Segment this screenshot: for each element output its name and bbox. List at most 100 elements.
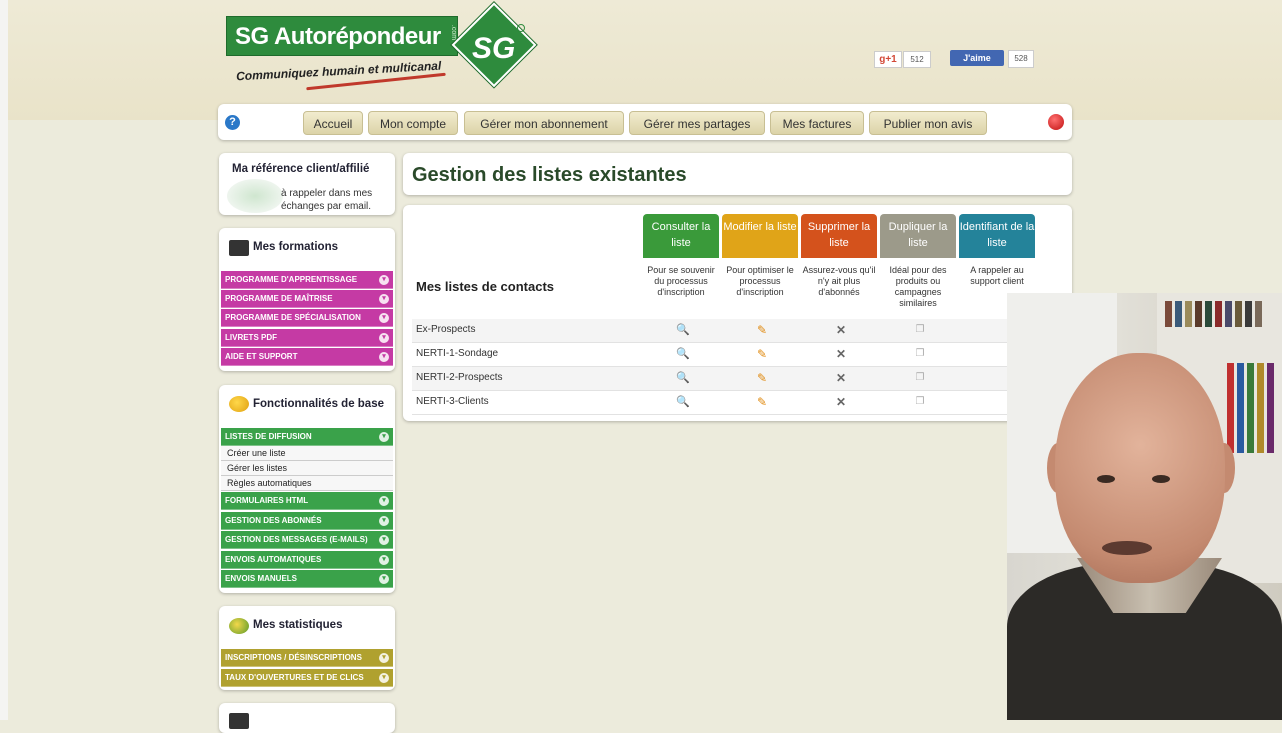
submenu-gerer-listes[interactable]: Gérer les listes [221, 461, 393, 476]
logo-tagline: Communiquez humain et multicanal [235, 58, 442, 84]
nav-publier-avis[interactable]: Publier mon avis [869, 111, 987, 135]
menu-programme-maitrise[interactable]: PROGRAMME DE MAÎTRISE ▾ [221, 290, 393, 308]
training-board-icon [229, 240, 249, 256]
edit-pencil-icon[interactable]: ✎ [754, 322, 770, 338]
menu-formulaires-html[interactable]: FORMULAIRES HTML ▾ [221, 492, 393, 510]
duplicate-icon[interactable]: ❐ [912, 346, 928, 362]
view-magnifier-icon[interactable]: 🔍 [675, 370, 691, 386]
col-modifier-label: Modifier la liste [723, 221, 797, 233]
menu-aide-support[interactable]: AIDE ET SUPPORT ▾ [221, 348, 393, 366]
col-consulter-desc: Pour se souvenir du processus d'inscript… [647, 265, 715, 297]
book [1245, 301, 1252, 327]
edit-pencil-icon[interactable]: ✎ [754, 370, 770, 386]
col-supprimer-desc: Assurez-vous qu'il n'y ait plus d'abonné… [802, 265, 876, 297]
submenu-creer-liste[interactable]: Créer une liste [221, 446, 393, 461]
menu-livrets-pdf[interactable]: LIVRETS PDF ▾ [221, 329, 393, 347]
col-dupliquer-desc: Idéal pour des produits ou campagnes sim… [889, 265, 947, 308]
menu-inscriptions-desinscriptions[interactable]: INSCRIPTIONS / DÉSINSCRIPTIONS ▾ [221, 649, 393, 667]
menu-label: PROGRAMME D'APPRENTISSAGE [225, 275, 358, 284]
facebook-like-button[interactable]: J'aime [950, 50, 1004, 66]
menu-label: GESTION DES ABONNÉS [225, 516, 322, 525]
nav-accueil[interactable]: Accueil [303, 111, 363, 135]
page-title-box: Gestion des listes existantes [403, 153, 1072, 195]
chevron-down-icon: ▾ [379, 432, 389, 442]
chevron-down-icon: ▾ [379, 496, 389, 506]
book [1175, 301, 1182, 327]
edit-pencil-icon[interactable]: ✎ [754, 394, 770, 410]
list-header: Mes listes de contacts [416, 279, 554, 294]
col-identifiant-label: Identifiant de la liste [959, 221, 1035, 249]
view-magnifier-icon[interactable]: 🔍 [675, 322, 691, 338]
chevron-down-icon: ▾ [379, 673, 389, 683]
chevron-down-icon: ▾ [379, 294, 389, 304]
col-identifiant: Identifiant de la liste [959, 214, 1035, 258]
menu-gestion-abonnes[interactable]: GESTION DES ABONNÉS ▾ [221, 512, 393, 530]
menu-envois-automatiques[interactable]: ENVOIS AUTOMATIQUES ▾ [221, 551, 393, 569]
menu-label: LIVRETS PDF [225, 333, 278, 342]
nav-gerer-partages[interactable]: Gérer mes partages [629, 111, 765, 135]
lists-table: Consulter la liste Modifier la liste Sup… [403, 205, 1072, 421]
table-row: NERTI-1-Sondage 🔍 ✎ ✕ ❐ [412, 343, 1042, 367]
nav-mes-factures[interactable]: Mes factures [770, 111, 864, 135]
help-icon[interactable]: ? [225, 115, 240, 130]
fonctionnalites-title: Fonctionnalités de base [253, 398, 384, 410]
menu-listes-diffusion[interactable]: LISTES DE DIFFUSION ▾ [221, 428, 393, 446]
view-magnifier-icon[interactable]: 🔍 [675, 346, 691, 362]
delete-x-icon[interactable]: ✕ [833, 346, 849, 362]
book [1255, 301, 1262, 327]
book [1247, 363, 1254, 453]
panel-icon [229, 713, 249, 729]
menu-programme-apprentissage[interactable]: PROGRAMME D'APPRENTISSAGE ▾ [221, 271, 393, 289]
menu-envois-manuels[interactable]: ENVOIS MANUELS ▾ [221, 570, 393, 588]
col-supprimer: Supprimer la liste [801, 214, 877, 258]
webcam-overlay [1007, 293, 1282, 720]
menu-programme-specialisation[interactable]: PROGRAMME DE SPÉCIALISATION ▾ [221, 309, 393, 327]
chevron-down-icon: ▾ [379, 653, 389, 663]
table-row: Ex-Prospects 🔍 ✎ ✕ ❐ [412, 319, 1042, 343]
duplicate-icon[interactable]: ❐ [912, 322, 928, 338]
list-name: NERTI-1-Sondage [416, 348, 499, 359]
menu-label: ENVOIS AUTOMATIQUES [225, 555, 322, 564]
gears-icon [229, 396, 249, 412]
col-dupliquer-label: Dupliquer la liste [888, 221, 948, 249]
menu-label: ENVOIS MANUELS [225, 574, 298, 583]
window-edge [0, 0, 8, 720]
book [1215, 301, 1222, 327]
page-title: Gestion des listes existantes [412, 164, 687, 186]
duplicate-icon[interactable]: ❐ [912, 394, 928, 410]
brand-logo[interactable]: SG Autorépondeur .com SG Communiquez hum… [226, 2, 537, 94]
book [1227, 363, 1234, 453]
book [1195, 301, 1202, 327]
col-modifier: Modifier la liste [722, 214, 798, 258]
gplus-count: 512 [903, 51, 931, 68]
webcam-person-mouth [1102, 541, 1152, 555]
chevron-down-icon: ▾ [379, 574, 389, 584]
col-consulter: Consulter la liste [643, 214, 719, 258]
menu-label: TAUX D'OUVERTURES ET DE CLICS [225, 673, 364, 682]
delete-x-icon[interactable]: ✕ [833, 394, 849, 410]
gplus-button[interactable]: g+1 [874, 51, 902, 68]
chevron-down-icon: ▾ [379, 555, 389, 565]
logout-icon[interactable] [1048, 114, 1064, 130]
reference-line2: échanges par email. [281, 201, 372, 212]
book [1235, 301, 1242, 327]
logo-box: SG Autorépondeur .com [226, 16, 458, 56]
submenu-regles-automatiques[interactable]: Règles automatiques [221, 476, 393, 491]
chevron-down-icon: ▾ [379, 535, 389, 545]
delete-x-icon[interactable]: ✕ [833, 322, 849, 338]
col-modifier-desc: Pour optimiser le processus d'inscriptio… [726, 265, 794, 297]
view-magnifier-icon[interactable]: 🔍 [675, 394, 691, 410]
menu-taux-ouvertures[interactable]: TAUX D'OUVERTURES ET DE CLICS ▾ [221, 669, 393, 687]
statistiques-panel: Mes statistiques INSCRIPTIONS / DÉSINSCR… [219, 606, 395, 690]
formations-title: Mes formations [253, 241, 338, 253]
menu-label: AIDE ET SUPPORT [225, 352, 298, 361]
menu-gestion-messages[interactable]: GESTION DES MESSAGES (e-mails) ▾ [221, 531, 393, 549]
edit-pencil-icon[interactable]: ✎ [754, 346, 770, 362]
nav-mon-compte[interactable]: Mon compte [368, 111, 458, 135]
nav-gerer-abonnement[interactable]: Gérer mon abonnement [464, 111, 624, 135]
duplicate-icon[interactable]: ❐ [912, 370, 928, 386]
reference-line1: à rappeler dans mes [281, 188, 373, 199]
menu-label: PROGRAMME DE SPÉCIALISATION [225, 313, 361, 322]
stats-chart-icon [229, 618, 249, 634]
delete-x-icon[interactable]: ✕ [833, 370, 849, 386]
